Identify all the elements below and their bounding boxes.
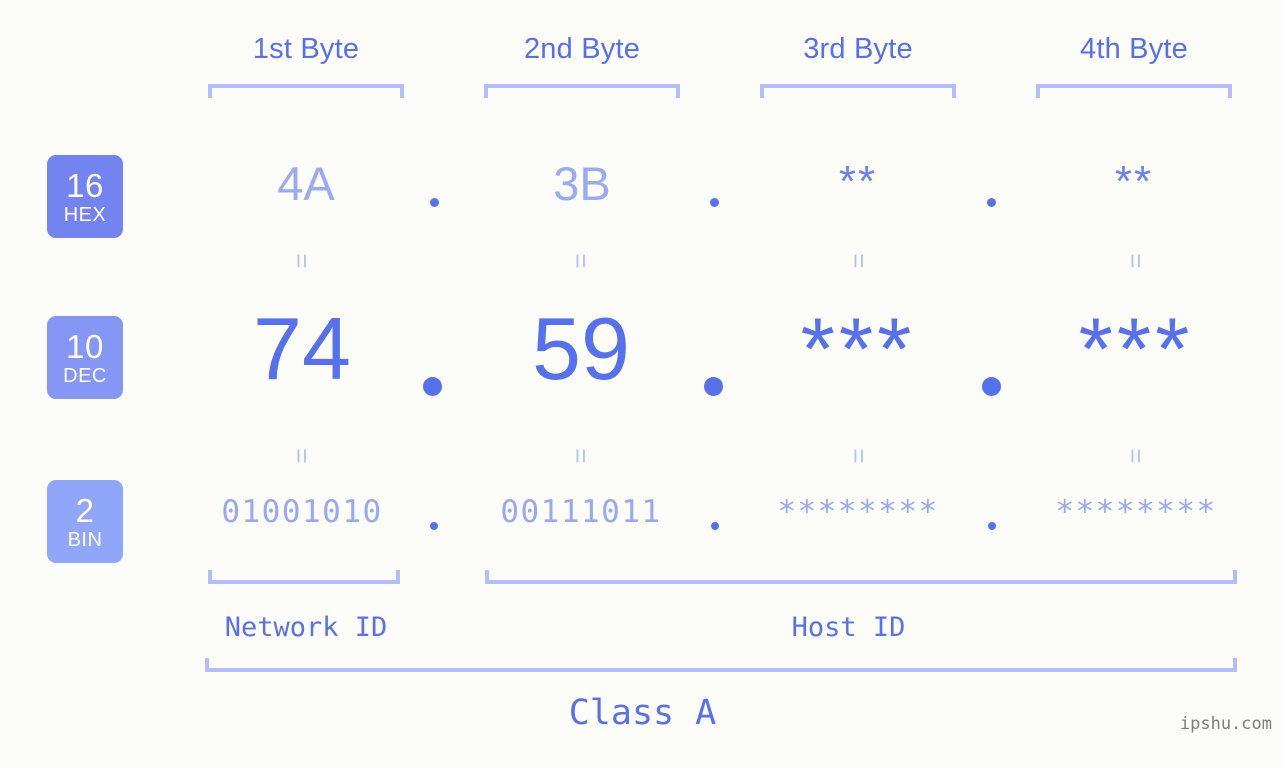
hex-value-byte-3: ** <box>838 157 878 206</box>
base-badge-dec-number: 10 <box>66 327 104 365</box>
ip-address-breakdown-diagram: 1st Byte 2nd Byte 3rd Byte 4th Byte 16 H… <box>0 0 1285 767</box>
equals-mark-hex-dec-3: = <box>844 253 874 269</box>
bin-value-byte-2: 00111011 <box>500 494 662 530</box>
byte-header-2: 2nd Byte <box>523 33 641 65</box>
base-badge-dec-name: DEC <box>63 364 107 387</box>
base-badge-hex-number: 16 <box>66 166 104 204</box>
dec-separator-dot-2 <box>704 377 723 396</box>
hex-separator-dot-1 <box>430 198 439 207</box>
class-bracket <box>205 658 1237 672</box>
class-label: Class A <box>568 693 717 733</box>
hex-value-byte-4: ** <box>1114 157 1154 206</box>
bin-separator-dot-1 <box>430 522 438 530</box>
host-id-label: Host ID <box>791 612 906 643</box>
byte-bracket-4 <box>1036 84 1232 98</box>
base-badge-hex: 16 HEX <box>47 155 123 238</box>
network-id-bracket <box>208 570 400 584</box>
site-watermark: ipshu.com <box>1179 714 1272 734</box>
hex-value-byte-2: 3B <box>553 157 611 210</box>
host-id-bracket <box>485 570 1237 584</box>
byte-bracket-2 <box>484 84 680 98</box>
bin-separator-dot-2 <box>711 522 719 530</box>
base-badge-bin-number: 2 <box>75 491 95 529</box>
dec-value-byte-1: 74 <box>253 299 351 398</box>
equals-mark-dec-bin-4: = <box>1121 448 1151 464</box>
base-badge-bin-name: BIN <box>67 528 103 551</box>
byte-header-1: 1st Byte <box>252 33 360 65</box>
dec-separator-dot-1 <box>423 377 442 396</box>
equals-mark-hex-dec-4: = <box>1121 253 1151 269</box>
dec-separator-dot-3 <box>982 377 1001 396</box>
byte-bracket-1 <box>208 84 404 98</box>
equals-mark-dec-bin-3: = <box>844 448 874 464</box>
byte-bracket-3 <box>760 84 956 98</box>
hex-value-byte-1: 4A <box>277 157 335 210</box>
base-badge-bin: 2 BIN <box>47 480 123 563</box>
equals-mark-hex-dec-1: = <box>287 253 317 269</box>
network-id-label: Network ID <box>224 612 388 643</box>
base-badge-dec: 10 DEC <box>47 316 123 399</box>
dec-value-byte-3: *** <box>800 299 916 398</box>
bin-separator-dot-3 <box>988 522 996 530</box>
equals-mark-dec-bin-2: = <box>566 448 596 464</box>
equals-mark-dec-bin-1: = <box>287 448 317 464</box>
bin-value-byte-1: 01001010 <box>221 494 383 530</box>
equals-mark-hex-dec-2: = <box>566 253 596 269</box>
hex-separator-dot-2 <box>710 198 719 207</box>
byte-header-3: 3rd Byte <box>803 33 913 65</box>
bin-value-byte-3: ******** <box>777 494 939 530</box>
base-badge-hex-name: HEX <box>63 203 107 226</box>
bin-value-byte-4: ******** <box>1055 494 1217 530</box>
dec-value-byte-4: *** <box>1078 299 1194 398</box>
dec-value-byte-2: 59 <box>532 299 630 398</box>
byte-header-4: 4th Byte <box>1080 33 1188 65</box>
hex-separator-dot-3 <box>987 198 996 207</box>
